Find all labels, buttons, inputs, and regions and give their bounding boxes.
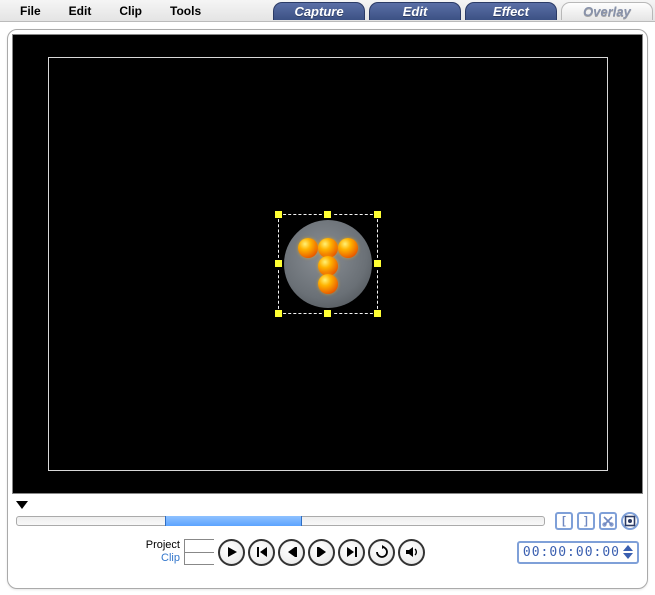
fullscreen-icon <box>624 515 636 527</box>
disclosure-toggle[interactable] <box>16 501 28 509</box>
tab-effect[interactable]: Effect <box>465 2 557 20</box>
timecode-step-down[interactable] <box>623 553 633 559</box>
play-button[interactable] <box>218 539 245 566</box>
controls-row: Project Clip <box>12 530 643 574</box>
resize-handle-br[interactable] <box>373 309 382 318</box>
resize-handle-mr[interactable] <box>373 259 382 268</box>
go-to-start-icon <box>256 546 268 558</box>
tab-edit[interactable]: Edit <box>369 2 461 20</box>
overlay-selection[interactable] <box>278 214 378 314</box>
fullscreen-button[interactable] <box>621 512 639 530</box>
timeline-track[interactable] <box>16 516 545 526</box>
orb-icon <box>298 234 358 294</box>
preview-viewport[interactable] <box>12 34 643 494</box>
clip-label: Clip <box>16 552 180 565</box>
resize-handle-tl[interactable] <box>274 210 283 219</box>
step-back-button[interactable] <box>278 539 305 566</box>
step-forward-icon <box>316 546 328 558</box>
track-labels: Project Clip <box>16 539 184 565</box>
timecode-display[interactable]: 00:00:00:00 <box>517 541 639 564</box>
step-forward-button[interactable] <box>308 539 335 566</box>
scissors-icon <box>602 515 614 527</box>
loop-icon <box>375 545 389 559</box>
play-icon <box>226 546 238 558</box>
overlay-image[interactable] <box>284 220 372 308</box>
menu-file[interactable]: File <box>6 2 55 20</box>
go-to-end-button[interactable] <box>338 539 365 566</box>
menu-left: File Edit Clip Tools <box>0 0 215 21</box>
resize-handle-tm[interactable] <box>323 210 332 219</box>
step-back-icon <box>286 546 298 558</box>
tab-bar: Capture Edit Effect Overlay <box>271 0 655 21</box>
timecode-step-up[interactable] <box>623 545 633 551</box>
project-label: Project <box>16 539 180 552</box>
cut-button[interactable] <box>599 512 617 530</box>
resize-handle-bl[interactable] <box>274 309 283 318</box>
tab-overlay[interactable]: Overlay <box>561 2 653 20</box>
loop-button[interactable] <box>368 539 395 566</box>
go-to-end-icon <box>346 546 358 558</box>
transport-controls <box>218 539 425 566</box>
resize-handle-bm[interactable] <box>323 309 332 318</box>
tab-capture[interactable]: Capture <box>273 2 365 20</box>
labels-bracket <box>184 539 214 565</box>
timeline-clip-segment[interactable] <box>165 516 302 526</box>
resize-handle-tr[interactable] <box>373 210 382 219</box>
menu-clip[interactable]: Clip <box>105 2 156 20</box>
resize-handle-ml[interactable] <box>274 259 283 268</box>
menu-edit[interactable]: Edit <box>55 2 106 20</box>
speaker-icon <box>405 545 419 559</box>
mark-out-button[interactable]: ] <box>577 512 595 530</box>
below-viewport <box>12 494 643 512</box>
window-frame: [ ] Project Clip <box>7 29 648 589</box>
volume-button[interactable] <box>398 539 425 566</box>
safe-frame <box>48 57 608 471</box>
timeline-row: [ ] <box>12 512 643 530</box>
menu-tools[interactable]: Tools <box>156 2 215 20</box>
timecode-value: 00:00:00:00 <box>523 545 620 560</box>
go-to-start-button[interactable] <box>248 539 275 566</box>
mark-in-button[interactable]: [ <box>555 512 573 530</box>
timecode-box: 00:00:00:00 <box>517 541 639 564</box>
menubar: File Edit Clip Tools Capture Edit Effect… <box>0 0 655 22</box>
